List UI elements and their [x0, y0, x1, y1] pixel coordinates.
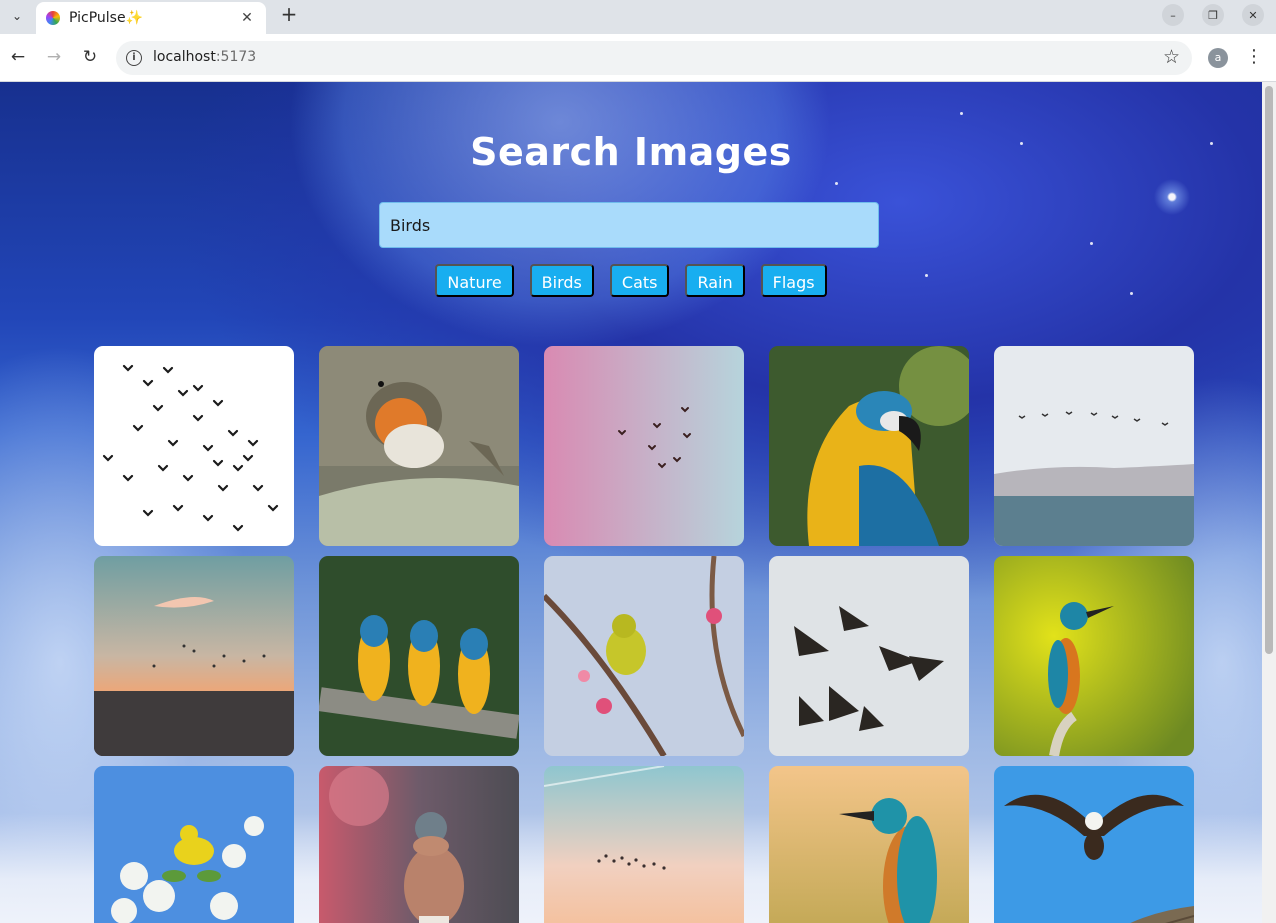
- profile-avatar[interactable]: a: [1208, 48, 1228, 68]
- bird-flock-image: [94, 346, 294, 546]
- image-card-sunset-birds[interactable]: [94, 556, 294, 756]
- search-input[interactable]: [379, 202, 879, 248]
- tab-search-icon[interactable]: ⌄: [6, 5, 28, 27]
- background-star: [1090, 242, 1093, 245]
- image-card-white-eye[interactable]: [544, 556, 744, 756]
- url-text: localhost:5173: [153, 49, 256, 65]
- image-card-pastel-sky-birds[interactable]: [544, 346, 744, 546]
- chip-nature[interactable]: Nature: [435, 264, 514, 297]
- url-port: :5173: [215, 49, 257, 65]
- three-macaws-image: [319, 556, 519, 756]
- kingfisher-image: [994, 556, 1194, 756]
- sunset-birds-image: [94, 556, 294, 756]
- url-host: localhost: [153, 49, 216, 65]
- yellow-warbler-image: [94, 766, 294, 923]
- image-card-kingfisher-portrait[interactable]: [769, 766, 969, 923]
- background-star: [960, 112, 963, 115]
- close-tab-icon[interactable]: ✕: [238, 10, 256, 26]
- reload-icon[interactable]: ↻: [79, 46, 101, 68]
- browser-tab-bar: ⌄ PicPulse✨ ✕ + – ❐ ✕: [0, 0, 1276, 34]
- address-bar[interactable]: i localhost:5173 ☆: [116, 41, 1192, 75]
- image-card-chaffinch[interactable]: [319, 766, 519, 923]
- image-grid: [94, 346, 1194, 923]
- chip-rain[interactable]: Rain: [685, 264, 745, 297]
- image-card-yellow-warbler[interactable]: [94, 766, 294, 923]
- bookmark-star-icon[interactable]: ☆: [1163, 46, 1180, 68]
- geese-image: [769, 556, 969, 756]
- minimize-icon[interactable]: –: [1162, 4, 1184, 26]
- image-card-kingfisher[interactable]: [994, 556, 1194, 756]
- kingfisher-portrait-image: [769, 766, 969, 923]
- image-card-pastel-clouds-birds[interactable]: [544, 766, 744, 923]
- browser-tab[interactable]: PicPulse✨ ✕: [36, 2, 266, 34]
- chip-birds[interactable]: Birds: [529, 264, 594, 297]
- forward-icon[interactable]: →: [43, 46, 65, 68]
- pastel-sky-birds-image: [544, 346, 744, 546]
- macaw-image: [769, 346, 969, 546]
- robin-image: [319, 346, 519, 546]
- image-card-sea-birds[interactable]: [994, 346, 1194, 546]
- tab-title: PicPulse✨: [69, 10, 144, 26]
- chip-flags[interactable]: Flags: [760, 264, 827, 297]
- image-card-eagle[interactable]: [994, 766, 1194, 923]
- restore-icon[interactable]: ❐: [1202, 4, 1224, 26]
- back-icon[interactable]: ←: [7, 46, 29, 68]
- sea-birds-image: [994, 346, 1194, 546]
- image-card-robin[interactable]: [319, 346, 519, 546]
- favicon-icon: [46, 11, 60, 25]
- image-card-geese[interactable]: [769, 556, 969, 756]
- site-info-icon[interactable]: i: [126, 50, 142, 66]
- browser-menu-icon[interactable]: ⋮: [1244, 46, 1264, 68]
- page-viewport: Search Images Nature Birds Cats Rain Fla…: [0, 82, 1262, 923]
- category-chips: Nature Birds Cats Rain Flags: [0, 264, 1262, 297]
- scrollbar-thumb[interactable]: [1265, 86, 1273, 654]
- background-star: [835, 182, 838, 185]
- white-eye-image: [544, 556, 744, 756]
- page-scrollbar[interactable]: [1262, 82, 1276, 923]
- pastel-clouds-birds-image: [544, 766, 744, 923]
- eagle-image: [994, 766, 1194, 923]
- chip-cats[interactable]: Cats: [609, 264, 670, 297]
- chaffinch-image: [319, 766, 519, 923]
- new-tab-icon[interactable]: +: [278, 4, 300, 26]
- browser-toolbar: ← → ↻ i localhost:5173 ☆ a ⋮: [0, 34, 1276, 82]
- image-card-three-macaws[interactable]: [319, 556, 519, 756]
- close-window-icon[interactable]: ✕: [1242, 4, 1264, 26]
- image-card-macaw[interactable]: [769, 346, 969, 546]
- image-card-bird-flock[interactable]: [94, 346, 294, 546]
- page-title: Search Images: [470, 130, 792, 174]
